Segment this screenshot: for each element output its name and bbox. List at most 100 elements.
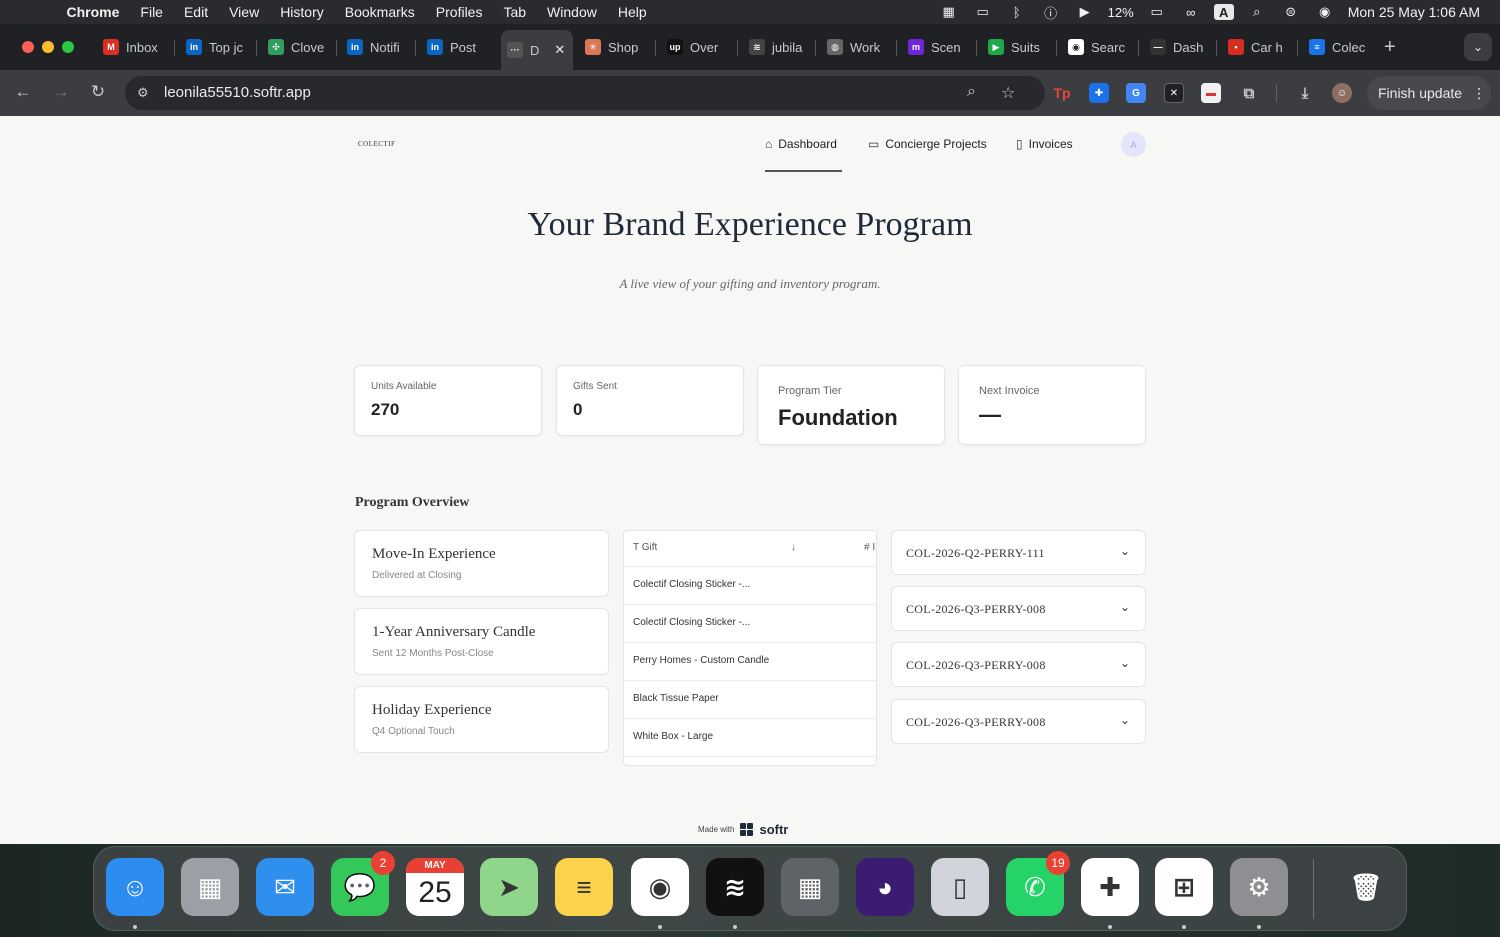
close-window-button[interactable] [22,41,34,53]
browser-tab[interactable]: in Post [421,33,493,61]
sort-arrow-icon[interactable]: ↓ [791,542,796,553]
browser-tab[interactable]: ··· D ✕ [501,30,573,70]
browser-tab[interactable]: in Top jc [180,33,254,61]
invoice-accordion[interactable]: COL-2026-Q3-PERRY-008 ⌄ [891,586,1146,631]
browser-tab[interactable]: ◍ Work [821,33,894,61]
table-row[interactable]: Colectif Closing Sticker -... [624,605,876,643]
browser-tab[interactable]: — Dash [1144,33,1214,61]
zoom-window-button[interactable] [62,41,74,53]
invoice-accordion[interactable]: COL-2026-Q3-PERRY-008 ⌄ [891,699,1146,744]
table-row[interactable]: Colectif Closing Sticker -... [624,567,876,605]
zoom-magnifier-icon[interactable]: ⌕ [967,83,976,101]
browser-tab[interactable]: up Over [661,33,735,61]
browser-tab[interactable]: ◉ Searc [1062,33,1136,61]
profile-avatar-icon[interactable]: ☺ [1332,83,1352,103]
extension-tp-icon[interactable]: Tp [1052,83,1072,103]
browser-tab[interactable]: M Inbox [97,33,172,61]
spotlight-search-icon[interactable]: ⌕ [1246,4,1268,20]
browser-tab[interactable]: in Notifi [341,33,413,61]
maps-icon[interactable]: ➤ [480,858,538,916]
download-icon[interactable]: ⤓ [1295,83,1315,103]
menu-edit[interactable]: Edit [173,4,218,20]
launchpad-icon[interactable]: ▦ [181,858,239,916]
close-tab-icon[interactable]: ✕ [554,42,565,58]
column-header-count[interactable]: # I [864,542,875,553]
experience-card[interactable]: Move-In Experience Delivered at Closing [354,530,609,597]
menu-app-name[interactable]: Chrome [56,4,130,20]
windows-grid-icon[interactable]: ▦ [938,4,960,20]
column-header-gift[interactable]: T Gift [633,542,657,553]
menu-profiles[interactable]: Profiles [425,4,493,20]
browser-tab[interactable]: ≡ Colec [1303,33,1375,61]
input-source-icon[interactable]: A [1213,4,1234,20]
forward-arrow-icon[interactable]: → [49,82,73,102]
site-logo[interactable]: COLECTIF [358,140,395,148]
browser-tab[interactable]: ✣ Clove [262,33,334,61]
experience-card[interactable]: Holiday Experience Q4 Optional Touch [354,686,609,753]
control-center-icon[interactable]: ⊜ [1280,4,1302,20]
menu-tab[interactable]: Tab [493,4,537,20]
table-row[interactable]: White Box - Large [624,719,876,757]
slack-icon[interactable]: ✚ [1081,858,1139,916]
invoice-accordion[interactable]: COL-2026-Q3-PERRY-008 ⌄ [891,642,1146,687]
table-row[interactable]: Black Tissue Paper [624,681,876,719]
browser-tab[interactable]: ≋ jubila [743,33,813,61]
settings-icon[interactable]: ⚙ [1230,858,1288,916]
nav-concierge-projects[interactable]: ▭ Concierge Projects [868,134,987,154]
browser-tab[interactable]: ✳ Shop [579,33,653,61]
tab-search-chevron-icon[interactable]: ⌄ [1464,33,1492,61]
mail-icon[interactable]: ✉ [256,858,314,916]
browser-tab[interactable]: ▶ Suits [982,33,1054,61]
extensions-puzzle-icon[interactable]: ⧉ [1239,83,1259,103]
reload-icon[interactable]: ↻ [86,82,110,102]
windows-icon[interactable]: ⊞ [1155,858,1213,916]
browser-tab[interactable]: ▪ Car h [1222,33,1295,61]
chevron-down-icon[interactable]: ⌄ [1120,544,1130,558]
link-icon[interactable]: ∞ [1180,4,1202,20]
address-bar[interactable]: ⚙ leonila55510.softr.app ⌕ ☆ [125,76,1045,110]
chevron-down-icon[interactable]: ⌄ [1120,713,1130,727]
menu-help[interactable]: Help [607,4,657,20]
battery-icon[interactable]: ▭ [1146,4,1168,20]
bluetooth-icon[interactable]: ᛒ [1006,4,1028,20]
chrome-icon[interactable]: ◉ [631,858,689,916]
extension-blue-icon[interactable]: ✚ [1089,83,1109,103]
nav-dashboard[interactable]: ⌂ Dashboard [765,134,837,154]
play-icon[interactable]: ▶ [1074,4,1096,20]
accessibility-icon[interactable]: ⓘ [1040,4,1062,21]
menu-file[interactable]: File [130,4,174,20]
firefox-icon[interactable]: ◕ [856,858,914,916]
invoice-accordion[interactable]: COL-2026-Q2-PERRY-111 ⌄ [891,530,1146,575]
chevron-down-icon[interactable]: ⌄ [1120,656,1130,670]
minimize-window-button[interactable] [42,41,54,53]
url-text[interactable]: leonila55510.softr.app [164,84,311,101]
notes-icon[interactable]: ≡ [555,858,613,916]
extension-white-icon[interactable]: ▬ [1201,83,1221,103]
table-row[interactable]: Perry Homes - Custom Candle [624,643,876,681]
spotify-icon[interactable]: ≋ [706,858,764,916]
bookmark-star-icon[interactable]: ☆ [1001,83,1015,103]
finish-update-button[interactable]: Finish update ⋮ [1367,76,1491,110]
user-avatar[interactable]: A [1121,132,1146,157]
menu-view[interactable]: View [219,4,270,20]
finder-icon[interactable]: ☺ [106,858,164,916]
browser-tab[interactable]: m Scen [902,33,974,61]
extension-dark-icon[interactable]: ✕ [1164,83,1184,103]
new-tab-button[interactable]: + [1384,36,1396,59]
trash-icon[interactable]: 🗑 [1337,858,1395,916]
experience-card[interactable]: 1-Year Anniversary Candle Sent 12 Months… [354,608,609,675]
siri-icon[interactable]: ◉ [1314,4,1336,20]
menubar-clock[interactable]: Mon 25 May 1:06 AM [1348,4,1480,20]
back-arrow-icon[interactable]: ← [11,82,35,102]
site-settings-icon[interactable]: ⚙ [137,85,149,101]
display-icon[interactable]: ▭ [972,4,994,20]
google-translate-icon[interactable]: G [1126,83,1146,103]
chevron-down-icon[interactable]: ⌄ [1120,600,1130,614]
calendar-icon[interactable]: MAY 25 [406,858,464,916]
made-with-softr-badge[interactable]: Made with softr [698,822,788,837]
more-vertical-icon[interactable]: ⋮ [1472,85,1486,102]
nav-invoices[interactable]: ▯ Invoices [1016,134,1073,154]
menu-window[interactable]: Window [537,4,608,20]
calculator-icon[interactable]: ▦ [781,858,839,916]
iphone-icon[interactable]: ▯ [931,858,989,916]
